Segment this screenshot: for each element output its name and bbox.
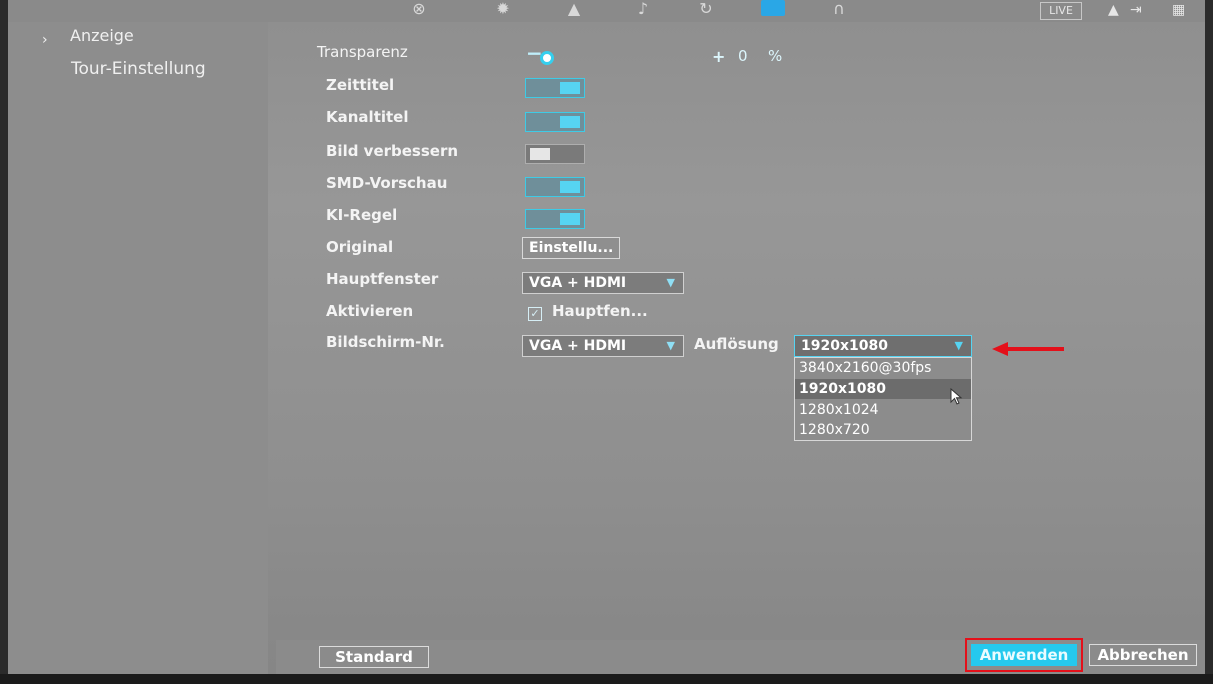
settings-panel: Transparenz − + 0 % Zeittitel Kanaltitel… xyxy=(276,22,1205,674)
transparency-value: 0 xyxy=(738,47,748,65)
mouse-cursor-icon xyxy=(950,388,963,405)
main-window-checkbox-label: Hauptfen... xyxy=(552,302,648,320)
sidebar-item-tour-einstellung[interactable]: Tour-Einstellung xyxy=(71,59,206,79)
transparency-plus[interactable]: + xyxy=(712,47,725,66)
alarm-icon[interactable]: ▲ xyxy=(561,0,587,18)
settings-icon[interactable]: ✹ xyxy=(490,0,516,18)
main-window-label: Hauptfenster xyxy=(326,270,439,288)
original-settings-button[interactable]: Einstellu... xyxy=(522,237,621,259)
live-button[interactable]: LIVE xyxy=(1040,2,1082,20)
resolution-option[interactable]: 1280x1024 xyxy=(799,400,971,420)
time-title-label: Zeittitel xyxy=(326,76,395,94)
channel-title-label: Kanaltitel xyxy=(326,108,409,126)
resolution-label: Auflösung xyxy=(694,335,779,353)
default-button[interactable]: Standard xyxy=(319,646,429,668)
channel-title-toggle[interactable] xyxy=(525,112,585,132)
sidebar-item-anzeige[interactable]: Anzeige xyxy=(70,26,134,45)
cancel-button[interactable]: Abbrechen xyxy=(1089,644,1197,666)
time-title-toggle[interactable] xyxy=(525,78,585,98)
image-enhance-toggle[interactable] xyxy=(525,144,585,164)
ai-rule-toggle[interactable] xyxy=(525,209,585,229)
main-window-select[interactable]: VGA + HDMI ▼ xyxy=(522,272,684,294)
qr-icon[interactable]: ▦ xyxy=(1172,2,1185,18)
main-window-value: VGA + HDMI xyxy=(529,275,627,291)
screen-no-label: Bildschirm-Nr. xyxy=(326,333,445,351)
apply-button[interactable]: Anwenden xyxy=(971,644,1077,666)
main-window-checkbox[interactable]: ✓ xyxy=(528,307,542,321)
top-toolbar: ⊗ ✹ ▲ ♪ ↻ ∩ LIVE ▲ ⇥ ▦ xyxy=(8,0,1205,22)
transparency-label: Transparenz xyxy=(317,43,408,61)
smd-preview-toggle[interactable] xyxy=(525,177,585,197)
chevron-down-icon: ▼ xyxy=(954,339,963,352)
footer-bar: Standard Anwenden Abbrechen xyxy=(276,638,1205,674)
chevron-down-icon: ▼ xyxy=(666,276,675,289)
screen-no-select[interactable]: VGA + HDMI ▼ xyxy=(522,335,684,357)
monitor-bezel xyxy=(0,674,1213,684)
chevron-right-icon: › xyxy=(42,32,48,48)
resolution-option[interactable]: 1920x1080 xyxy=(795,379,971,399)
audio-icon[interactable]: ♪ xyxy=(630,0,656,18)
ai-rule-label: KI-Regel xyxy=(326,206,398,224)
resolution-value: 1920x1080 xyxy=(801,338,888,354)
resolution-options: 3840x2160@30fps 1920x1080 1280x1024 1280… xyxy=(794,357,972,441)
resolution-option[interactable]: 3840x2160@30fps xyxy=(799,358,971,378)
chevron-down-icon: ▼ xyxy=(666,339,675,352)
screen-no-value: VGA + HDMI xyxy=(529,338,627,354)
activate-label: Aktivieren xyxy=(326,302,414,320)
annotation-arrow-icon xyxy=(992,342,1064,356)
dvr-screen: ⊗ ✹ ▲ ♪ ↻ ∩ LIVE ▲ ⇥ ▦ › Anzeige Tour-Ei… xyxy=(8,0,1205,674)
transparency-slider-knob[interactable] xyxy=(540,51,554,65)
camera-icon[interactable]: ⊗ xyxy=(406,0,432,18)
resolution-option[interactable]: 1280x720 xyxy=(799,420,971,440)
smd-preview-label: SMD-Vorschau xyxy=(326,174,448,192)
resolution-select[interactable]: 1920x1080 ▼ xyxy=(794,335,972,357)
image-enhance-label: Bild verbessern xyxy=(326,142,459,160)
user-icon[interactable]: ▲ xyxy=(1108,2,1119,18)
logout-icon[interactable]: ⇥ xyxy=(1130,2,1142,18)
original-label: Original xyxy=(326,238,394,256)
monitor-icon[interactable] xyxy=(761,0,785,16)
headphones-icon[interactable]: ∩ xyxy=(826,0,852,18)
transparency-unit: % xyxy=(768,47,783,65)
sidebar: › Anzeige Tour-Einstellung xyxy=(8,22,268,674)
sync-icon[interactable]: ↻ xyxy=(693,0,719,18)
